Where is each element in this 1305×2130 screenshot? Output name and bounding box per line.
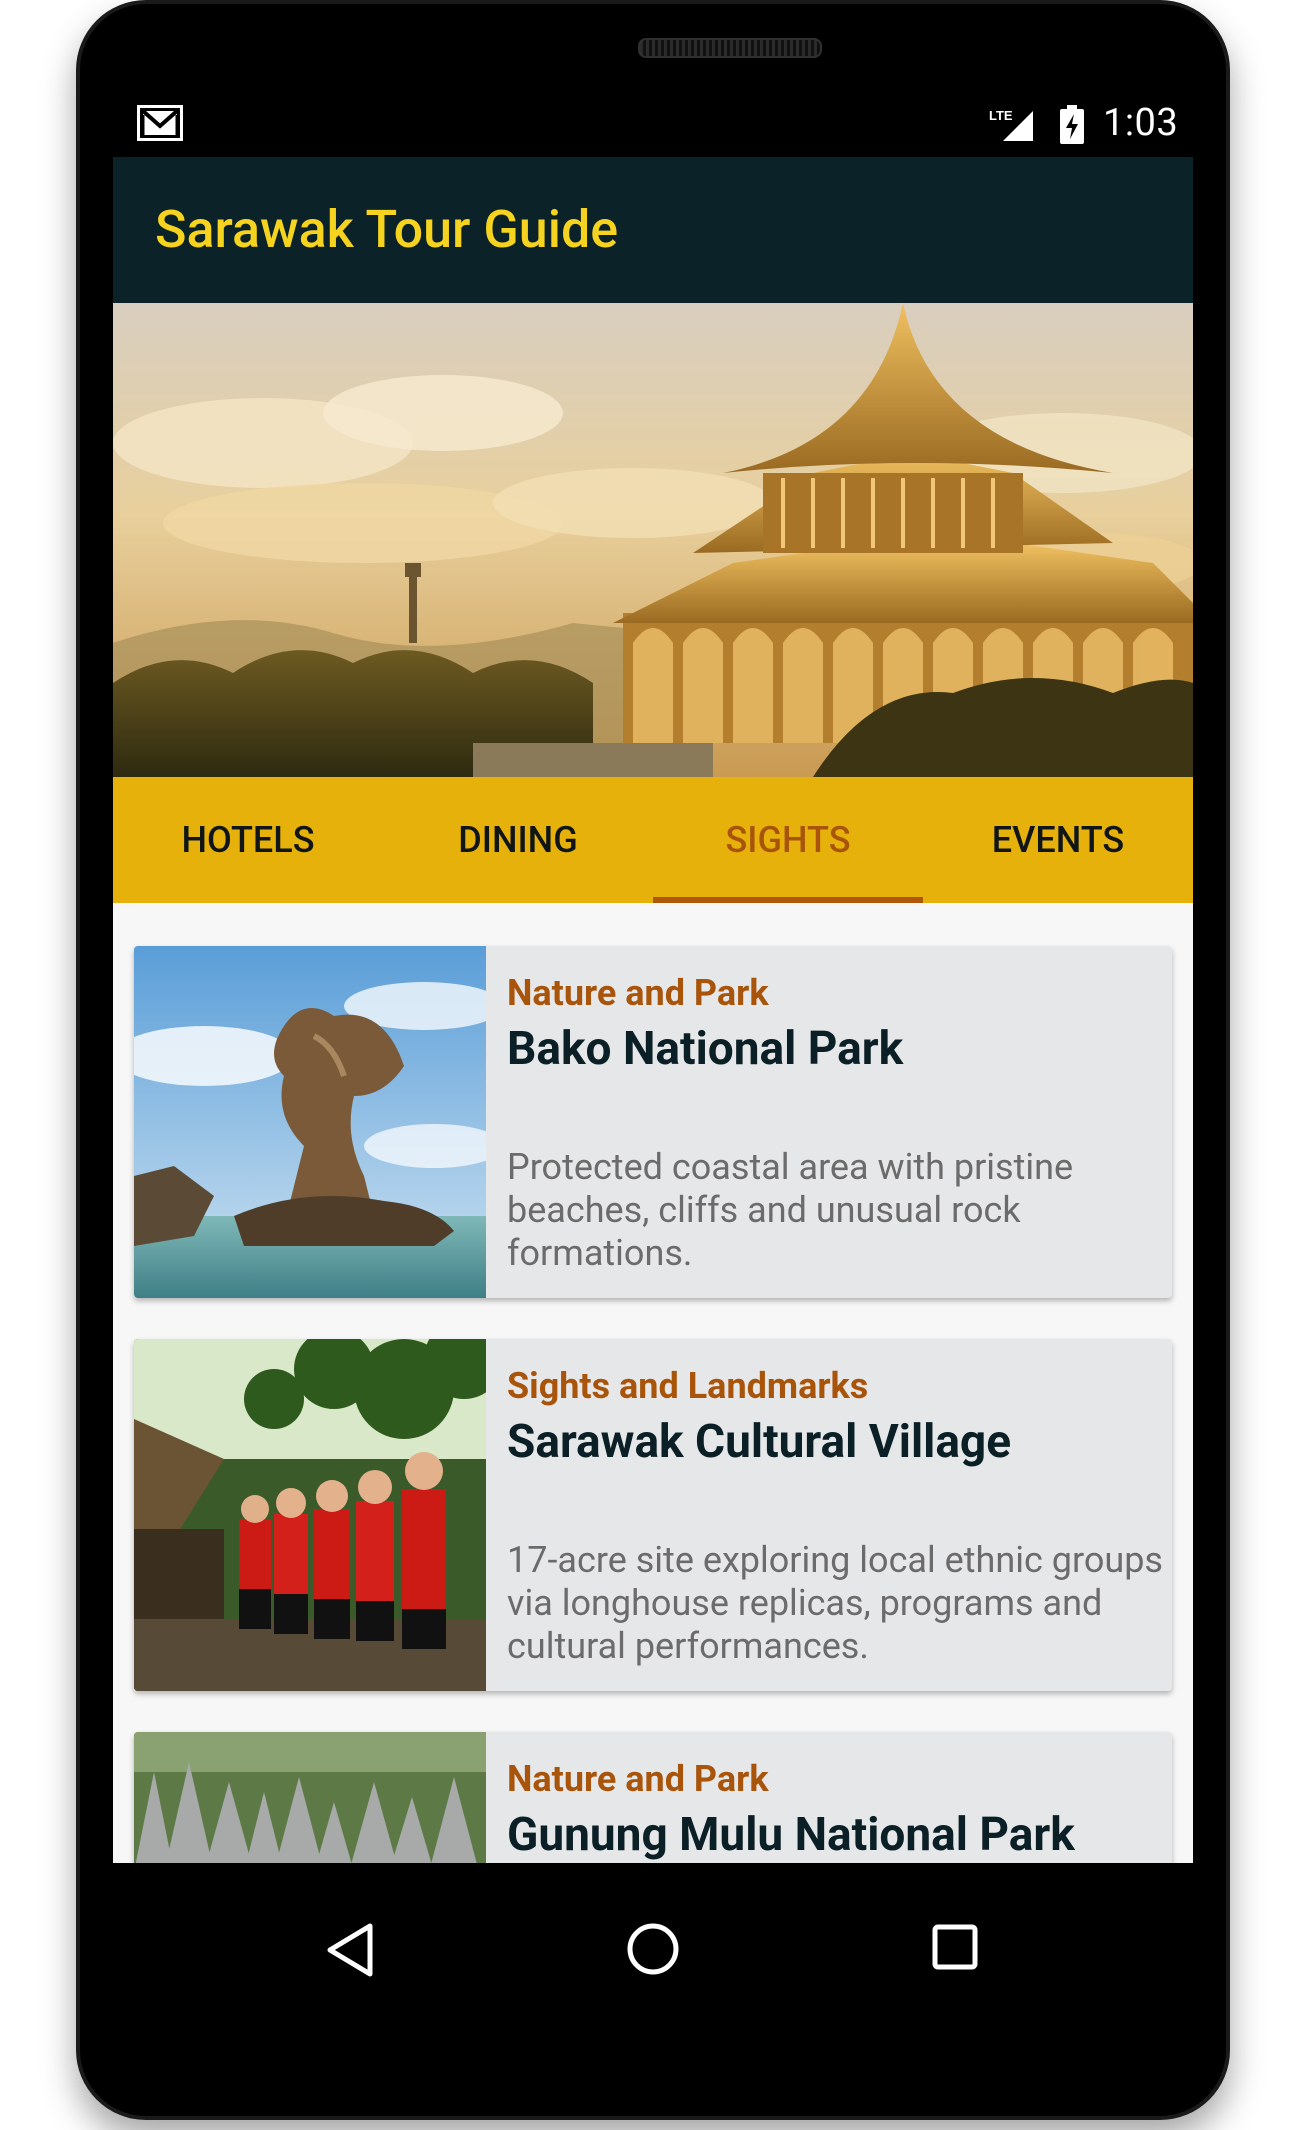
- hero-landmark-illustration: [113, 303, 1193, 777]
- cultural-dancers-photo: [134, 1339, 486, 1691]
- card-title: Gunung Mulu National Park: [507, 1808, 1075, 1862]
- list-item-card[interactable]: Sights and Landmarks Sarawak Cultural Vi…: [134, 1339, 1172, 1691]
- card-category: Sights and Landmarks: [507, 1365, 869, 1407]
- card-category: Nature and Park: [507, 972, 769, 1014]
- status-clock: 1:03: [1103, 105, 1179, 145]
- device-mockup: LTE 1:03 Sarawak Tour Guide HOTELS DININ…: [0, 0, 1305, 2130]
- list-item-card[interactable]: Nature and Park Bako National Park Prote…: [134, 946, 1172, 1298]
- home-circle-icon[interactable]: [626, 1922, 680, 1976]
- hero-image: [113, 303, 1193, 777]
- tab-events[interactable]: EVENTS: [923, 777, 1193, 903]
- sights-list[interactable]: Nature and Park Bako National Park Prote…: [113, 903, 1193, 1863]
- card-photo-mulu: [134, 1732, 486, 1863]
- card-title: Bako National Park: [507, 1022, 904, 1076]
- app-bar: Sarawak Tour Guide: [113, 157, 1193, 303]
- card-description: 17-acre site exploring local ethnic grou…: [507, 1539, 1164, 1667]
- back-triangle-icon[interactable]: [326, 1922, 374, 1978]
- card-description: Protected coastal area with pristine bea…: [507, 1146, 1074, 1274]
- sea-stack-rock-photo: [134, 946, 486, 1298]
- lte-label: LTE: [989, 108, 1013, 123]
- lte-signal-icon: LTE: [989, 108, 1033, 141]
- list-item-card[interactable]: Nature and Park Gunung Mulu National Par…: [134, 1732, 1172, 1863]
- tab-sights[interactable]: SIGHTS: [653, 777, 923, 903]
- recents-square-icon[interactable]: [932, 1924, 978, 1970]
- battery-charging-icon: [1060, 105, 1084, 144]
- limestone-pinnacles-photo: [134, 1732, 486, 1863]
- tab-hotels[interactable]: HOTELS: [113, 777, 383, 903]
- card-photo-cultural-village: [134, 1339, 486, 1691]
- status-bar: LTE 1:03: [113, 105, 1193, 157]
- gmail-icon: [137, 105, 183, 141]
- earpiece-speaker: [638, 38, 822, 58]
- app-title: Sarawak Tour Guide: [155, 199, 619, 260]
- phone-screen: LTE 1:03 Sarawak Tour Guide HOTELS DININ…: [113, 105, 1193, 1887]
- card-photo-bako: [134, 946, 486, 1298]
- category-tabs: HOTELS DINING SIGHTS EVENTS: [113, 777, 1193, 903]
- tab-dining[interactable]: DINING: [383, 777, 653, 903]
- card-title: Sarawak Cultural Village: [507, 1415, 1012, 1469]
- card-category: Nature and Park: [507, 1758, 769, 1800]
